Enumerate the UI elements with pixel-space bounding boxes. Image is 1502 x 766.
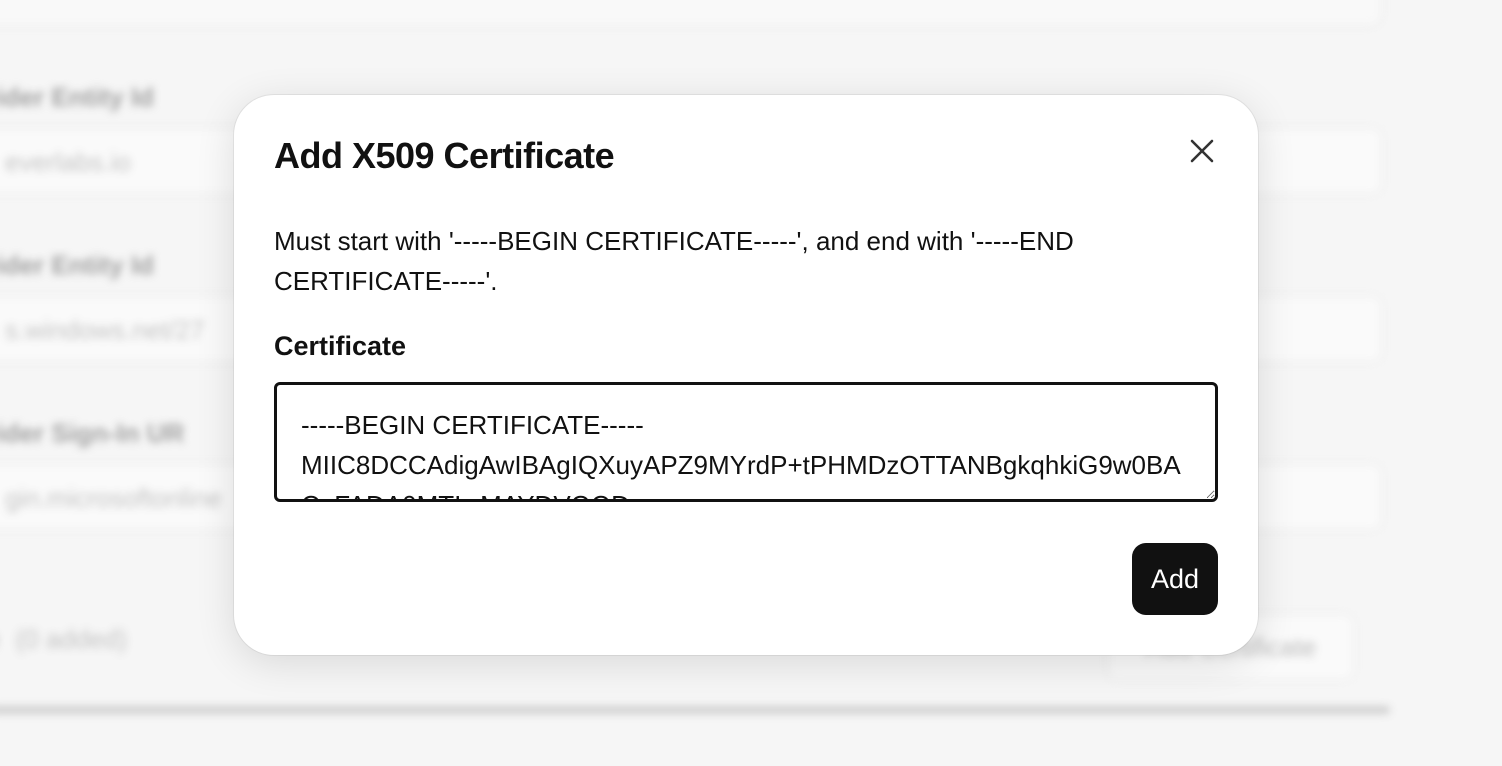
dialog-description: Must start with '-----BEGIN CERTIFICATE-… [274,226,1074,296]
close-button[interactable] [1182,131,1222,171]
add-certificate-dialog: Add X509 Certificate Must start with '--… [234,95,1258,655]
add-button[interactable]: Add [1132,543,1218,615]
close-icon [1190,139,1214,163]
certificate-label: Certificate [274,331,407,361]
dialog-title: Add X509 Certificate [274,135,615,176]
certificate-textarea[interactable]: -----BEGIN CERTIFICATE----- MIIC8DCCAdig… [274,382,1218,502]
